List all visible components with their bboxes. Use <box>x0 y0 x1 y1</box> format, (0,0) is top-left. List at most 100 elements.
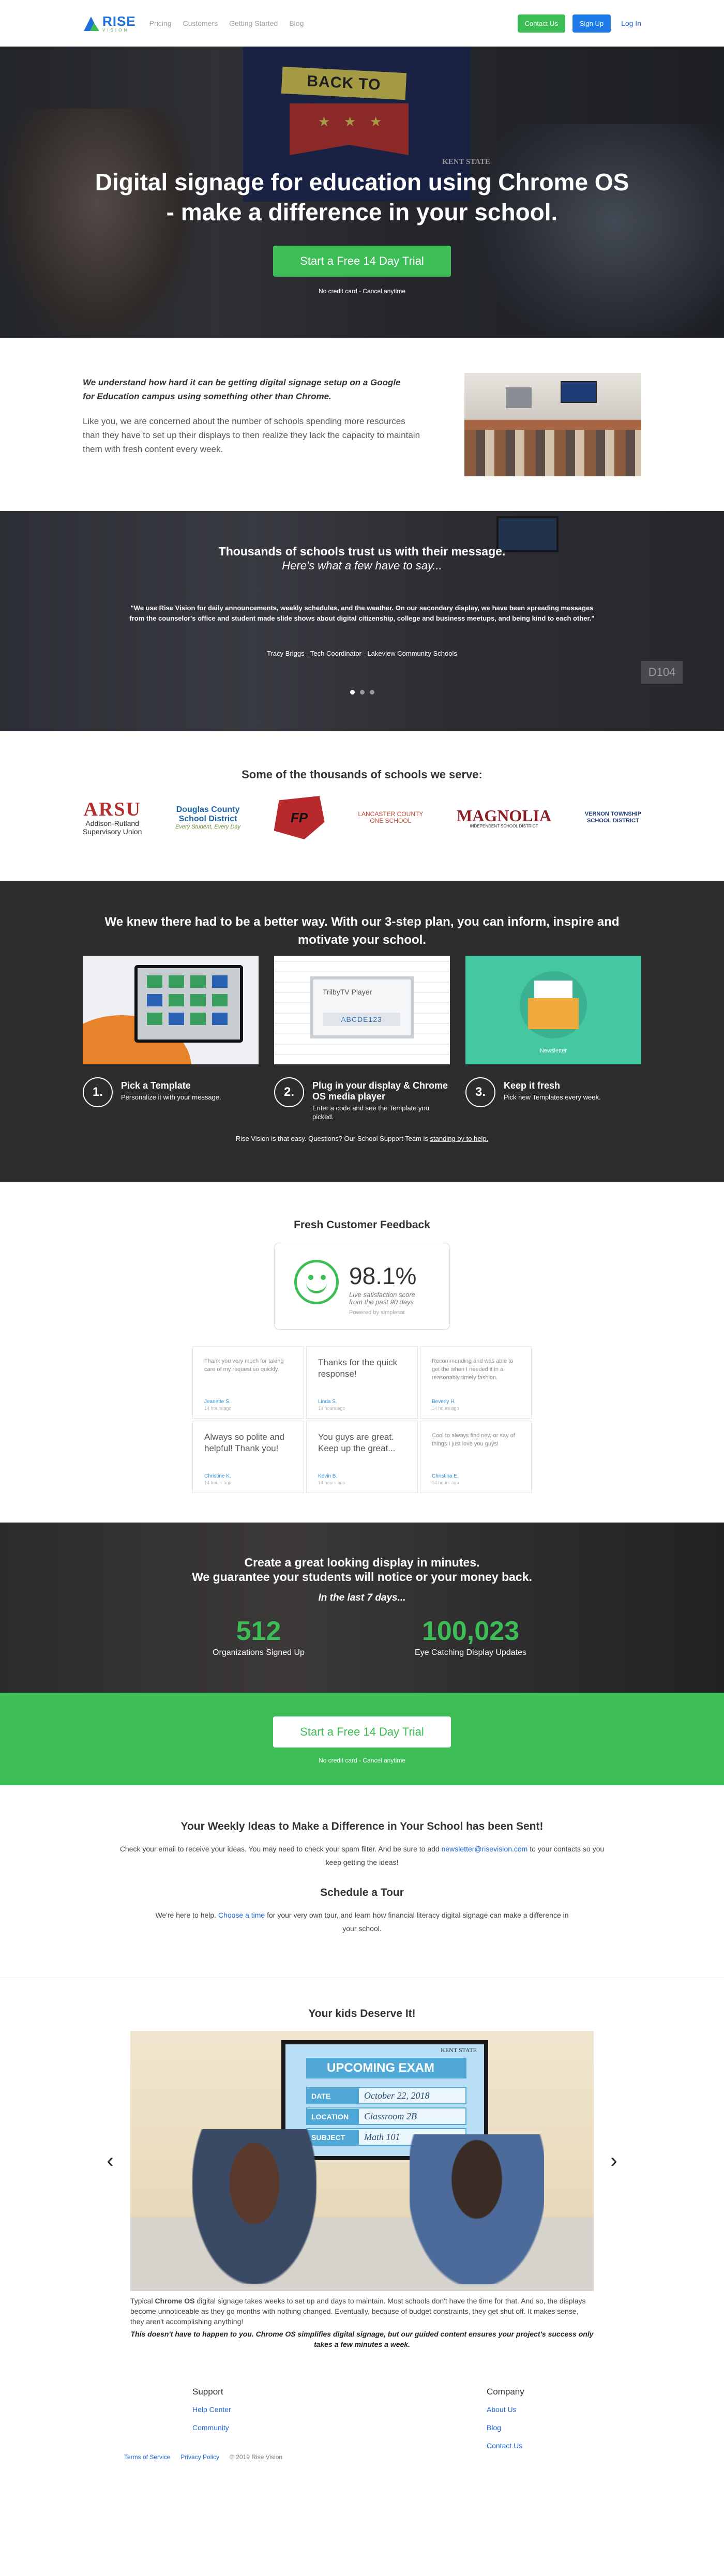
feedback-time: 14 hours ago <box>204 1406 232 1411</box>
exam-row-value: October 22, 2018 <box>364 2090 430 2101</box>
nav-link-pricing[interactable]: Pricing <box>149 19 172 27</box>
testimonials-title: Thousands of schools trust us with their… <box>218 545 506 558</box>
feedback-author: Beverly H. <box>432 1399 456 1405</box>
feedback-time: 14 hours ago <box>432 1406 459 1411</box>
intro-body: Like you, we are concerned about the num… <box>83 416 420 454</box>
intro-section: We understand how hard it can be getting… <box>0 338 724 511</box>
footer-company-column: Company About Us Blog Contact Us <box>487 2387 590 2460</box>
newsletter-label: Newsletter <box>540 1048 567 1054</box>
carousel-slide: KENT STATE UPCOMING EXAM DATE October 22,… <box>130 2031 594 2291</box>
footer: Support Help Center Community Company Ab… <box>0 2376 724 2491</box>
footer-blog-link[interactable]: Blog <box>487 2423 590 2432</box>
three-step-title: We knew there had to be a better way. Wi… <box>104 915 620 947</box>
start-trial-button[interactable]: Start a Free 14 Day Trial <box>273 246 451 277</box>
terms-link[interactable]: Terms of Service <box>124 2453 170 2461</box>
nav-link-getting-started[interactable]: Getting Started <box>229 19 278 27</box>
green-cta-note: No credit card - Cancel anytime <box>318 1757 406 1764</box>
testimonial-quote: "We use Rise Vision for daily announceme… <box>129 604 595 622</box>
guarantee-section: Create a great looking display in minute… <box>0 1523 724 1693</box>
step-title: Plug in your display & Chrome OS media p… <box>312 1080 448 1102</box>
sign-up-button[interactable]: Sign Up <box>572 14 611 33</box>
lancaster-line2: ONE SCHOOL <box>370 817 412 824</box>
kids-paragraph-bold: Chrome OS <box>155 2297 195 2305</box>
feedback-grid: Thank you very much for taking care of m… <box>192 1346 532 1493</box>
schools-section: Some of the thousands of schools we serv… <box>0 731 724 881</box>
template-tile <box>190 994 206 1006</box>
footer-contact-link[interactable]: Contact Us <box>487 2442 590 2450</box>
carousel-dot[interactable] <box>359 690 365 695</box>
kids-paragraph-a: Typical <box>130 2297 155 2305</box>
carousel-dot[interactable] <box>350 690 355 695</box>
kids-deserve-section: Your kids Deserve It! ‹ KENT STATE UPCOM… <box>0 1980 724 2376</box>
douglas-tagline: Every Student, Every Day <box>175 824 240 830</box>
nav-links: Pricing Customers Getting Started Blog <box>149 19 304 27</box>
copyright: © 2019 Rise Vision <box>230 2453 283 2461</box>
kids-emphasis: This doesn't have to happen to you. Chro… <box>130 2330 594 2348</box>
nav-link-customers[interactable]: Customers <box>183 19 218 27</box>
logo-mark-icon <box>84 17 99 31</box>
display-sign: KENT STATE <box>441 2046 477 2054</box>
schedule-tour-title: Schedule a Tour <box>320 1887 404 1899</box>
template-tile <box>212 994 228 1006</box>
guarantee-title: Create a great looking display in minute… <box>0 1555 724 1584</box>
step-cards: TrilbyTV Player ABCDE123 Newsletter <box>83 956 641 1064</box>
hero-note: No credit card - Cancel anytime <box>318 288 406 295</box>
classroom-board <box>506 387 532 408</box>
guarantee-overlay <box>0 1523 724 1693</box>
step-title: Pick a Template <box>121 1080 191 1091</box>
orgs-signed-up-label: Organizations Signed Up <box>213 1648 305 1657</box>
arsu-logo: ARSU Addison-Rutland Supervisory Union <box>83 800 142 836</box>
satisfaction-score-card: 98.1% Live satisfaction score from the p… <box>274 1243 450 1330</box>
template-tile <box>169 994 184 1006</box>
carousel-dots <box>0 690 724 695</box>
template-tile <box>169 975 184 988</box>
feedback-text: Always so polite and helpful! Thank you! <box>204 1432 284 1453</box>
feedback-time: 14 hours ago <box>204 1480 232 1485</box>
step-number: 3. <box>465 1077 495 1107</box>
support-note: Rise Vision is that easy. Questions? Our… <box>0 1135 724 1142</box>
newsletter-card-image: Newsletter <box>465 956 641 1064</box>
privacy-link[interactable]: Privacy Policy <box>180 2453 219 2461</box>
feedback-text: You guys are great. Keep up the great... <box>318 1432 396 1453</box>
footer-about-link[interactable]: About Us <box>487 2405 590 2414</box>
template-tile <box>212 975 228 988</box>
hero-title: Digital signage for education using Chro… <box>95 169 629 225</box>
chevron-left-icon[interactable]: ‹ <box>102 2150 118 2171</box>
vernon-logo: VERNON TOWNSHIP SCHOOL DISTRICT <box>585 811 641 824</box>
footer-bottom: Terms of Service Privacy Policy © 2019 R… <box>124 2453 282 2461</box>
standing-by-link[interactable]: standing by to help. <box>430 1135 489 1142</box>
orgs-signed-up-count: 512 <box>236 1616 281 1646</box>
nav-link-blog[interactable]: Blog <box>289 19 304 27</box>
green-cta-section: Start a Free 14 Day Trial No credit card… <box>0 1693 724 1785</box>
hero-section: BACK TO SCHOOL ★ ★ ★ KENT STATE Digital … <box>0 47 724 338</box>
contact-us-button[interactable]: Contact Us <box>517 14 565 33</box>
display-updates-count: 100,023 <box>422 1616 519 1646</box>
exam-row-label: DATE <box>307 2088 359 2104</box>
log-in-link[interactable]: Log In <box>621 19 641 27</box>
rise-vision-logo[interactable]: RISE VISION <box>83 14 136 33</box>
newsletter-email-link[interactable]: newsletter@risevision.com <box>442 1845 528 1853</box>
satisfaction-score: 98.1% <box>349 1262 417 1289</box>
feedback-section: Fresh Customer Feedback 98.1% Live satis… <box>0 1182 724 1523</box>
smiley-icon <box>294 1260 339 1304</box>
ideas-sent-text: Check your email to receive your ideas. … <box>119 1842 605 1869</box>
page: RISE VISION Pricing Customers Getting St… <box>0 0 724 2491</box>
schedule-tour-text-b: for your very own tour, and learn how fi… <box>265 1911 569 1933</box>
testimonials-subtitle: Here's what a few have to say... <box>282 559 442 572</box>
slide-person-left <box>192 2129 316 2284</box>
footer-community-link[interactable]: Community <box>192 2423 296 2432</box>
ideas-sent-section: Your Weekly Ideas to Make a Difference i… <box>0 1785 724 1980</box>
carousel-dot[interactable] <box>369 690 374 695</box>
template-tile <box>212 1013 228 1025</box>
douglas-line2: School District <box>178 815 237 823</box>
footer-help-center-link[interactable]: Help Center <box>192 2405 296 2414</box>
feedback-card: Cool to always find new or say of things… <box>420 1421 532 1493</box>
feedback-author: Kevin B. <box>318 1473 338 1479</box>
choose-time-link[interactable]: Choose a time <box>218 1911 265 1919</box>
display-updates-label: Eye Catching Display Updates <box>414 1648 527 1657</box>
monitor-illustration: TrilbyTV Player ABCDE123 <box>310 976 414 1038</box>
chevron-right-icon[interactable]: › <box>606 2150 622 2171</box>
start-trial-button-2[interactable]: Start a Free 14 Day Trial <box>273 1716 451 1748</box>
feedback-title: Fresh Customer Feedback <box>294 1219 430 1231</box>
classroom-display <box>561 381 597 403</box>
